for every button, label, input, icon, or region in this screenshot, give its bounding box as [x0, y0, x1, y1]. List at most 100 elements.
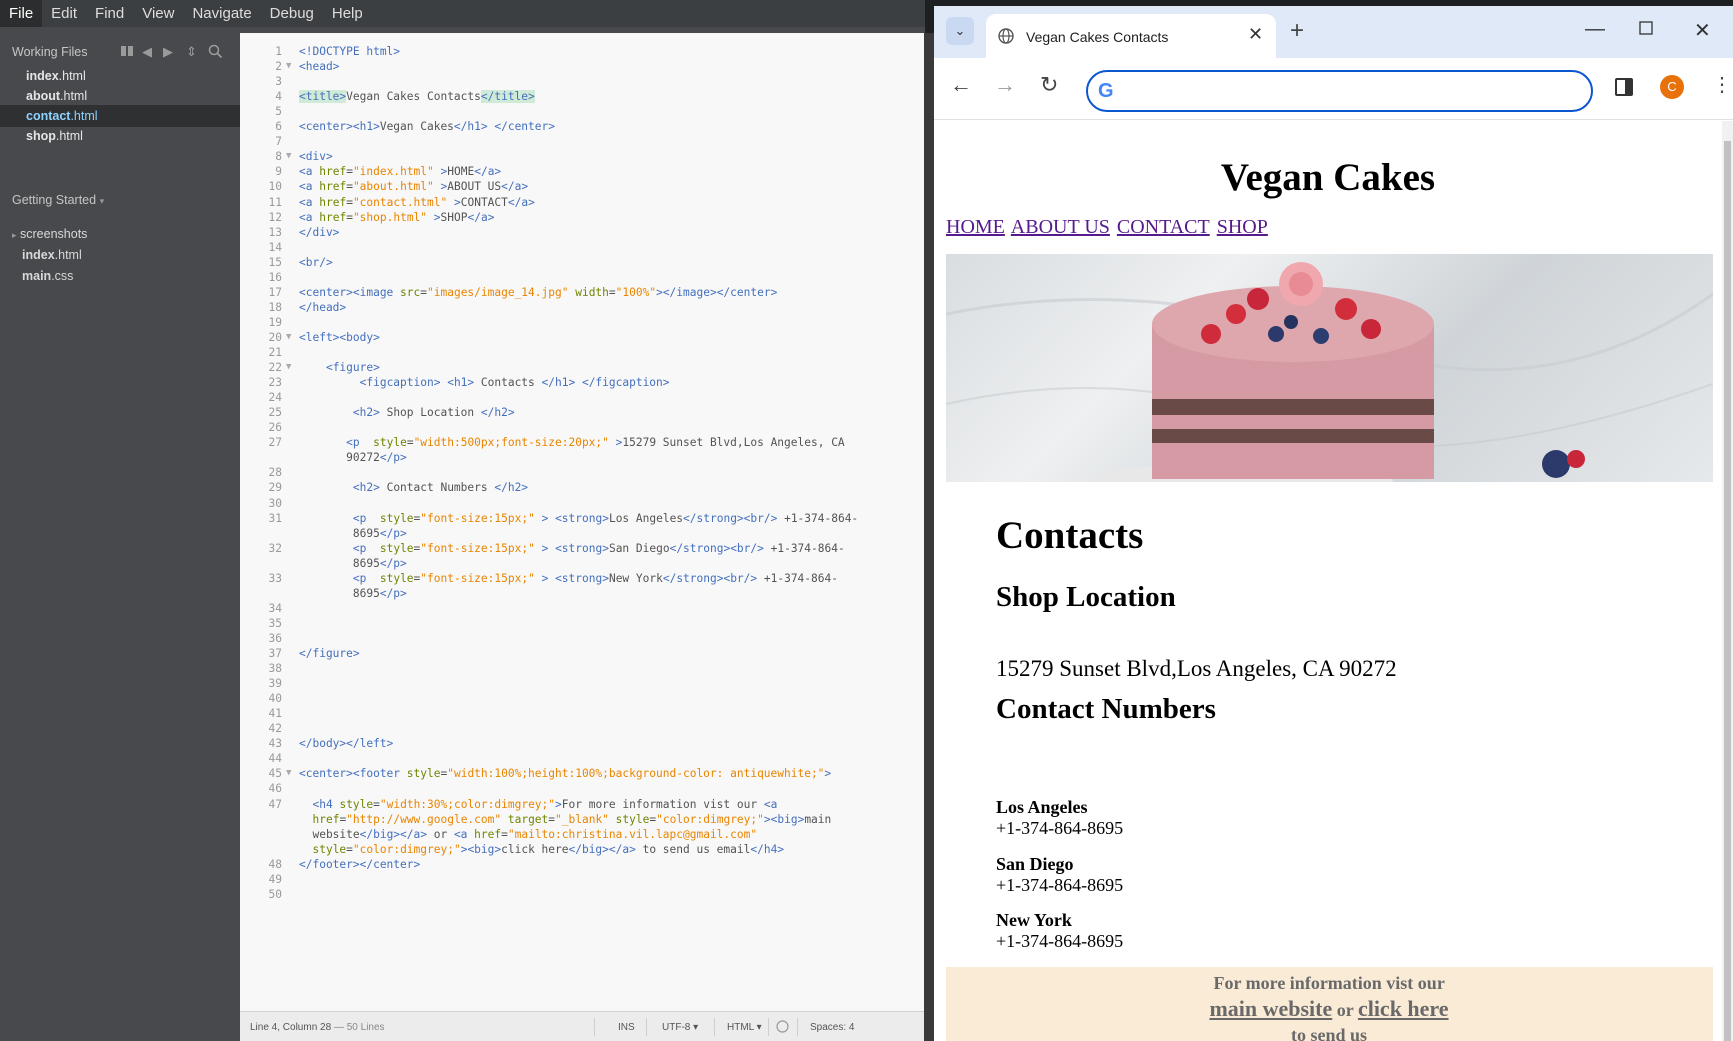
footer-text-part: or: [1336, 1000, 1354, 1020]
menu-find[interactable]: Find: [86, 0, 133, 27]
cursor-position: Line 4, Column 28 — 50 Lines: [250, 1022, 385, 1033]
menu-file[interactable]: File: [0, 0, 43, 27]
footer-text: For more information vist our main websi…: [1204, 971, 1454, 1041]
page-scrollbar-thumb[interactable]: [1724, 141, 1731, 1041]
fold-arrow-icon[interactable]: ▼: [286, 330, 291, 345]
project-dropdown[interactable]: Getting Started ▾: [12, 193, 104, 207]
line-number: 19: [268, 315, 282, 329]
maximize-icon[interactable]: [1639, 18, 1653, 41]
next-doc-icon[interactable]: ▶: [163, 44, 173, 60]
avatar[interactable]: C: [1660, 75, 1684, 99]
fold-arrow-icon[interactable]: ▼: [286, 766, 291, 781]
code-text: <a href="contact.html" >CONTACT</a>: [299, 195, 535, 209]
line-number: 22: [268, 361, 282, 375]
tree-file-main[interactable]: main.css: [22, 269, 73, 283]
menu-navigate[interactable]: Navigate: [183, 0, 260, 27]
insert-mode-toggle[interactable]: INS: [618, 1022, 635, 1033]
line-number: 49: [268, 872, 282, 886]
search-icon[interactable]: [208, 44, 223, 62]
nav-link-about[interactable]: ABOUT US: [1011, 216, 1110, 238]
code-text: </head>: [299, 300, 347, 314]
web-page: Vegan Cakes HOME ABOUT US CONTACT SHOP C…: [934, 121, 1733, 1041]
folder-name: screenshots: [20, 227, 88, 241]
forward-icon[interactable]: →: [994, 74, 1016, 96]
email-link[interactable]: click here: [1358, 996, 1449, 1021]
google-icon: G: [1098, 80, 1114, 102]
menu-help[interactable]: Help: [323, 0, 372, 27]
menu-bar: File Edit Find View Navigate Debug Help: [0, 0, 925, 27]
code-text: <!DOCTYPE html>: [299, 45, 401, 58]
line-number: 47: [268, 797, 282, 811]
line-number: 38: [268, 662, 282, 676]
language-select[interactable]: HTML ▾: [727, 1022, 762, 1033]
reload-icon[interactable]: ↻: [1040, 74, 1058, 96]
back-icon[interactable]: ←: [950, 74, 972, 96]
line-number: 18: [268, 300, 282, 314]
shop-address: 15279 Sunset Blvd,Los Angeles, CA 90272: [996, 656, 1397, 681]
nav-link-contact[interactable]: CONTACT: [1117, 216, 1210, 238]
minimize-icon[interactable]: —: [1585, 18, 1605, 41]
footer-text-part: to send us: [1290, 1025, 1368, 1041]
line-number: 3: [275, 75, 282, 89]
tab-search-button[interactable]: ⌄: [946, 17, 974, 45]
working-file-contact[interactable]: contact.html: [0, 105, 240, 127]
file-name: index: [26, 69, 59, 83]
encoding-select[interactable]: UTF-8 ▾: [662, 1022, 698, 1033]
previous-doc-icon[interactable]: ◀: [142, 44, 152, 60]
working-files-header: Working Files ◀ ▶ ⇕: [12, 44, 234, 63]
line-number: 31: [268, 511, 282, 525]
working-file-shop[interactable]: shop.html: [0, 125, 240, 147]
chevron-down-icon: ▾: [693, 1022, 699, 1033]
contact-phone: +1-374-864-8695: [996, 818, 1124, 838]
working-file-about[interactable]: about.html: [0, 85, 240, 107]
code-editor[interactable]: 1 <!DOCTYPE html> 2 ▼ <head> 3 4 <title>Vegan C…: [240, 33, 924, 1011]
close-window-icon[interactable]: ✕: [1694, 18, 1711, 43]
chevron-down-icon: ▾: [756, 1022, 762, 1033]
code-text: href="http://www.google.com" target="_bl…: [312, 812, 832, 826]
split-view-icon[interactable]: [120, 44, 134, 61]
code-text: <h2> Contact Numbers </h2>: [352, 481, 529, 495]
project-name: Getting Started: [12, 193, 97, 207]
file-name: shop: [26, 129, 56, 143]
line-number: 44: [268, 752, 282, 766]
line-number: 42: [268, 722, 282, 736]
footer-text-part: For more information vist our: [1213, 973, 1445, 993]
nav-link-shop[interactable]: SHOP: [1217, 216, 1268, 238]
line-number: 32: [268, 541, 282, 555]
close-tab-icon[interactable]: ✕: [1248, 24, 1263, 45]
sort-icon[interactable]: ⇕: [186, 44, 197, 60]
menu-edit[interactable]: Edit: [42, 0, 86, 27]
working-file-index[interactable]: index.html: [0, 65, 240, 87]
linter-status-icon[interactable]: [776, 1020, 789, 1036]
page-title: Vegan Cakes: [1220, 156, 1436, 199]
more-menu-icon[interactable]: ⋮: [1712, 72, 1732, 97]
file-name: about: [26, 89, 61, 103]
tree-folder-screenshots[interactable]: ▸ screenshots: [12, 227, 87, 241]
line-number: 15: [268, 255, 282, 269]
code-text: <p style="font-size:15px;" > <strong>Los…: [352, 511, 859, 525]
new-tab-icon[interactable]: +: [1290, 19, 1304, 43]
address-bar[interactable]: G: [1086, 70, 1593, 112]
side-panel-icon[interactable]: [1615, 78, 1633, 96]
contact-numbers-heading: Contact Numbers: [996, 693, 1216, 725]
nav-link-home[interactable]: HOME: [946, 216, 1005, 238]
browser-tab[interactable]: Vegan Cakes Contacts ✕: [986, 14, 1276, 58]
editor-scrollbar[interactable]: [924, 33, 934, 1041]
line-number: 33: [268, 571, 282, 585]
code-text: <title>Vegan Cakes Contacts</title>: [299, 90, 535, 104]
menu-view[interactable]: View: [133, 0, 183, 27]
tree-file-index[interactable]: index.html: [22, 248, 82, 262]
line-number: 17: [268, 285, 282, 299]
indent-setting[interactable]: Spaces: 4: [810, 1022, 854, 1033]
fold-arrow-icon[interactable]: ▼: [286, 149, 291, 164]
tab-strip: ⌄ Vegan Cakes Contacts ✕ + — ✕: [934, 6, 1733, 58]
fold-arrow-icon[interactable]: ▼: [286, 360, 291, 375]
fold-arrow-icon[interactable]: ▼: [286, 59, 291, 74]
line-number: 37: [268, 647, 282, 660]
contact-city: San Diego: [996, 854, 1074, 874]
working-files-title: Working Files: [12, 45, 88, 59]
code-text: <center><h1>Vegan Cakes</h1> </center>: [299, 120, 555, 134]
menu-debug[interactable]: Debug: [261, 0, 323, 27]
main-website-link[interactable]: main website: [1209, 996, 1332, 1021]
url-input[interactable]: [1128, 78, 1578, 104]
